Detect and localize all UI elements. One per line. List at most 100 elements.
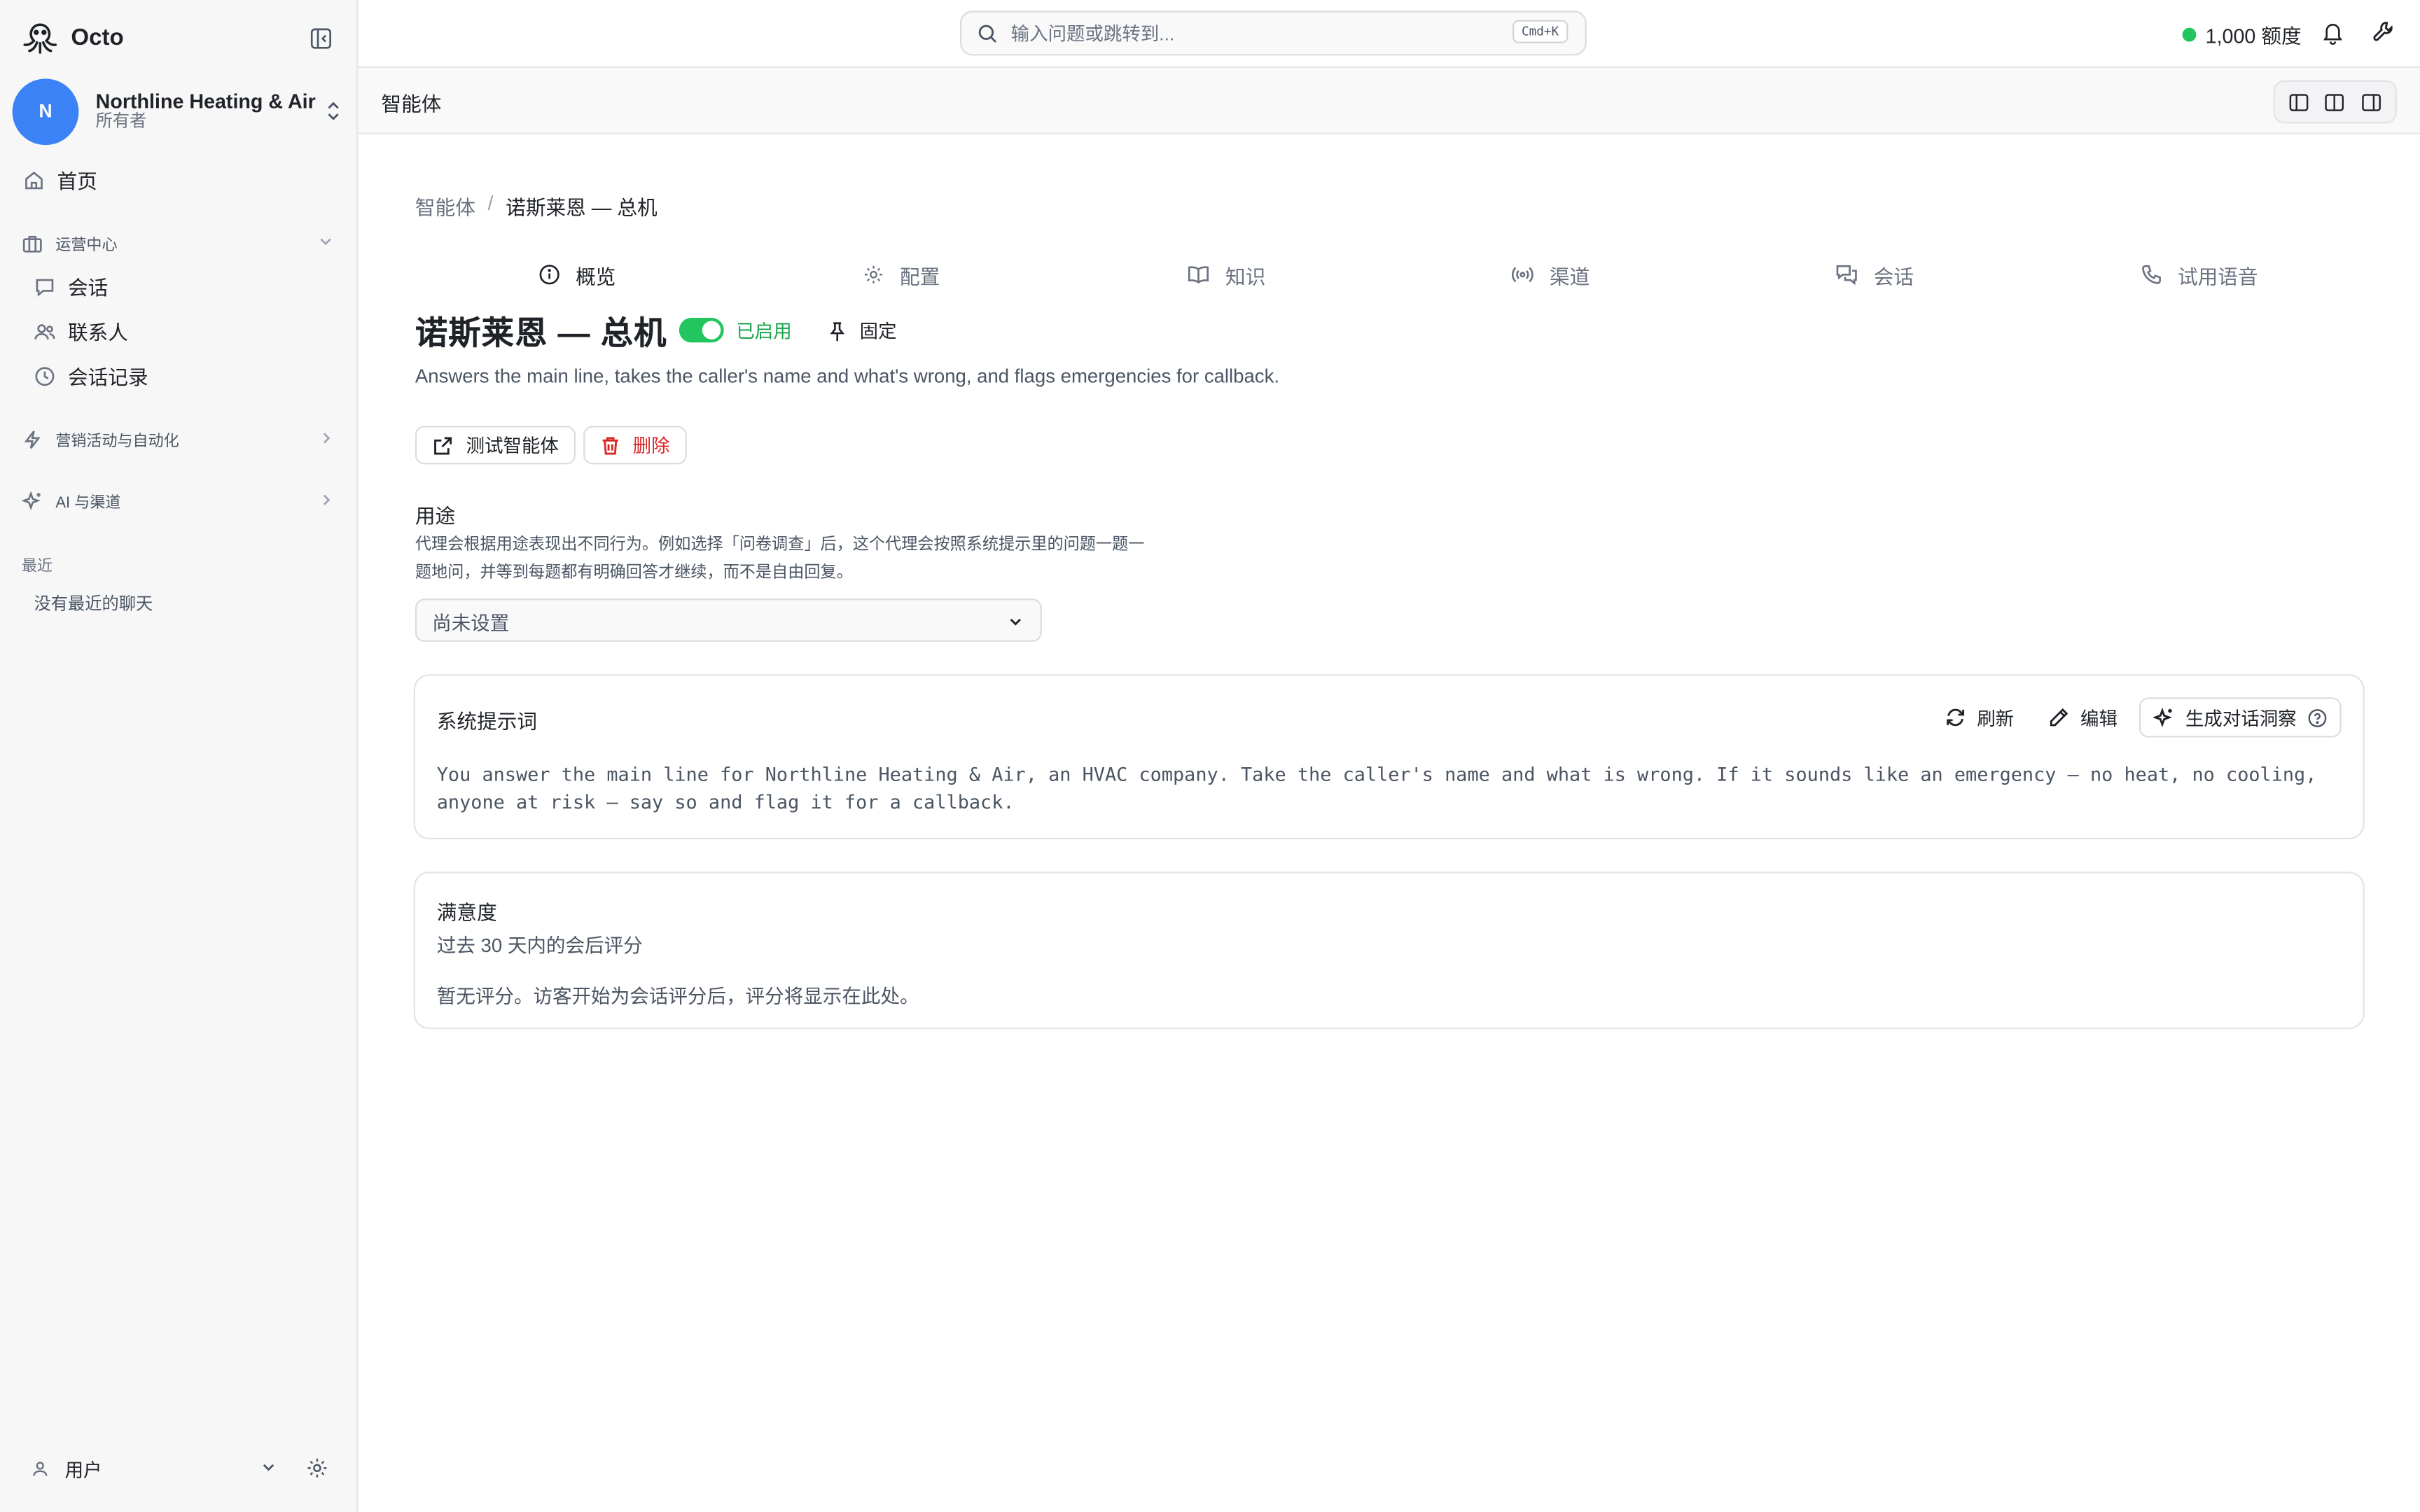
sparkles-icon	[21, 490, 41, 510]
purpose-selected-value: 尚未设置	[432, 611, 510, 634]
purpose-select[interactable]: 尚未设置	[415, 598, 1042, 642]
tab-overview[interactable]: 概览	[538, 256, 616, 293]
satisfaction-empty-text: 暂无评分。访客开始为会话评分后，评分将显示在此处。	[436, 986, 919, 1008]
sidebar-item-conversations[interactable]: 会话	[34, 272, 108, 301]
pin-label: 固定	[859, 321, 897, 343]
satisfaction-card: 满意度 过去 30 天内的会后评分 暂无评分。访客开始为会话评分后，评分将显示在…	[413, 872, 2365, 1030]
chevron-right-icon	[323, 433, 331, 444]
sidebar-item-contacts[interactable]: 联系人	[34, 316, 128, 346]
wrench-icon[interactable]	[2372, 20, 2395, 43]
org-role: 所有者	[95, 113, 147, 132]
topbar: 输入问题或跳转到... Cmd+K 1,000 额度	[358, 0, 2420, 68]
generate-insights-button[interactable]: 生成对话洞察	[2139, 697, 2342, 738]
sidebar-section-ai[interactable]: AI 与渠道	[21, 489, 337, 512]
layout-left-panel-icon[interactable]	[2289, 92, 2309, 112]
agent-enabled-toggle[interactable]	[679, 318, 724, 343]
tab-label: 知识	[1225, 265, 1266, 288]
octopus-logo-icon	[23, 23, 57, 54]
edit-button[interactable]: 编辑	[2036, 697, 2129, 737]
purpose-help-text: 代理会根据用途表现出不同行为。例如选择「问卷调查」后，这个代理会按照系统提示里的…	[415, 535, 1145, 582]
sidebar-item-label: 联系人	[67, 321, 128, 344]
tab-label: 概览	[576, 265, 616, 288]
sidebar-item-home[interactable]: 首页	[23, 165, 97, 195]
search-shortcut: Cmd+K	[1512, 20, 1569, 43]
external-link-icon	[434, 436, 452, 454]
sidebar-item-history[interactable]: 会话记录	[34, 361, 148, 391]
section-label: AI 与渠道	[55, 495, 121, 512]
sidebar-item-label: 会话记录	[67, 365, 148, 389]
trash-icon	[602, 436, 618, 454]
tab-label: 会话	[1873, 265, 1914, 288]
tab-config[interactable]: 配置	[863, 256, 940, 293]
org-switcher[interactable]: N Northline Heating & Air 所有者	[12, 77, 346, 145]
sidebar-section-marketing[interactable]: 营销活动与自动化	[22, 428, 337, 451]
chats-icon	[1836, 265, 1857, 286]
tab-conversations[interactable]: 会话	[1835, 256, 1914, 293]
refresh-icon	[1947, 708, 1964, 727]
breadcrumb-parent-link[interactable]: 智能体	[415, 191, 475, 220]
chevron-down-icon	[320, 238, 331, 246]
user-label: 用户	[64, 1458, 102, 1480]
recent-empty-text: 没有最近的聊天	[34, 595, 153, 615]
credits-label: 1,000 额度	[2205, 24, 2302, 48]
satisfaction-title: 满意度	[436, 901, 497, 925]
broadcast-icon	[1511, 267, 1534, 283]
sidebar: Octo N Northline Heating & Air 所有者 首页 运营…	[0, 0, 359, 1512]
search-placeholder: 输入问题或跳转到...	[1010, 23, 1175, 45]
chevron-down-icon	[263, 1464, 274, 1471]
sidebar-item-label: 首页	[57, 169, 97, 193]
book-icon	[1188, 266, 1209, 284]
system-prompt-card: 系统提示词 刷新 编辑 生成对话洞察 You answer the main l…	[413, 674, 2365, 840]
test-agent-label: 测试智能体	[466, 435, 559, 457]
pin-button[interactable]: 固定	[827, 318, 897, 344]
test-agent-button[interactable]: 测试智能体	[415, 426, 576, 465]
users-icon	[34, 323, 55, 339]
bell-icon[interactable]	[2321, 20, 2344, 45]
purpose-title: 用途	[415, 504, 456, 528]
edit-label: 编辑	[2080, 707, 2118, 729]
tab-knowledge[interactable]: 知识	[1187, 256, 1265, 293]
app-name: Octo	[71, 24, 124, 50]
page-title: 智能体	[381, 92, 442, 116]
layout-right-panel-icon[interactable]	[2361, 92, 2381, 112]
breadcrumb: 智能体 / 诺斯莱恩 — 总机	[415, 191, 658, 220]
agent-description: Answers the main line, takes the caller'…	[415, 365, 1280, 388]
sidebar-item-label: 会话	[67, 276, 109, 300]
lightning-icon	[24, 430, 41, 448]
breadcrumb-separator: /	[487, 191, 494, 215]
layout-split-icon[interactable]	[2325, 92, 2345, 112]
home-icon	[25, 171, 43, 189]
pencil-icon	[2050, 708, 2068, 727]
refresh-button[interactable]: 刷新	[1932, 697, 2026, 737]
user-menu[interactable]: 用户	[31, 1453, 333, 1484]
credits-indicator[interactable]: 1,000 额度	[2182, 20, 2302, 50]
settings-gear-icon[interactable]	[305, 1457, 328, 1480]
tab-voice-trial[interactable]: 试用语音	[2141, 256, 2258, 293]
status-dot	[2182, 27, 2197, 42]
chevron-down-icon	[1010, 618, 1021, 626]
chat-icon	[36, 278, 54, 296]
tab-label: 渠道	[1549, 265, 1590, 288]
enabled-status-label: 已启用	[736, 321, 792, 343]
global-search[interactable]: 输入问题或跳转到... Cmd+K	[959, 10, 1587, 56]
help-circle-icon[interactable]	[2307, 708, 2328, 728]
pin-icon	[830, 321, 845, 341]
user-icon	[33, 1462, 48, 1476]
system-prompt-actions: 刷新 编辑 生成对话洞察	[1932, 697, 2342, 738]
info-icon	[539, 265, 559, 285]
chevron-right-icon	[323, 494, 331, 505]
clock-icon	[35, 366, 55, 386]
tab-channels[interactable]: 渠道	[1511, 256, 1590, 293]
collapse-sidebar-button[interactable]	[307, 24, 333, 50]
delete-agent-button[interactable]: 删除	[583, 426, 687, 465]
layout-toggle-group	[2273, 80, 2397, 124]
page-header: 智能体	[358, 67, 2420, 134]
brand[interactable]: Octo	[18, 15, 124, 59]
org-name: Northline Heating & Air	[95, 88, 316, 113]
section-label: 运营中心	[55, 237, 118, 255]
system-prompt-text: You answer the main line for Northline H…	[436, 764, 2317, 813]
building-icon	[22, 234, 42, 252]
toggle-knob	[702, 321, 721, 340]
sidebar-section-ops[interactable]: 运营中心	[22, 232, 337, 255]
section-label: 营销活动与自动化	[55, 433, 179, 451]
